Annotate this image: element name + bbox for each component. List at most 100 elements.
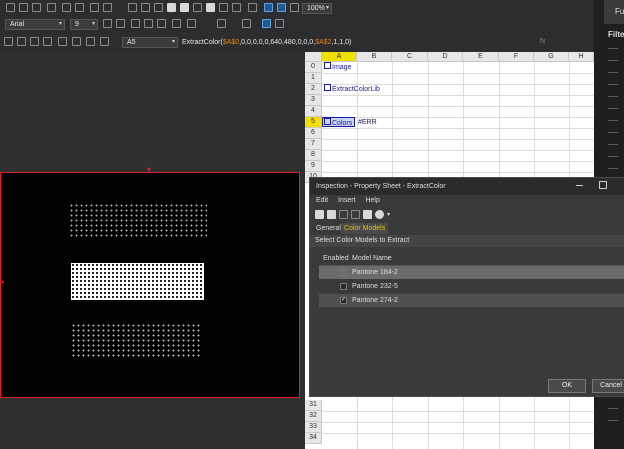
model-row-1[interactable]: Pantone 184-2 (319, 266, 624, 279)
wrench-icon[interactable] (103, 3, 112, 12)
row-header-4[interactable]: 4 (305, 106, 322, 117)
align-center-icon[interactable] (144, 19, 153, 28)
column-header-b[interactable]: B (357, 52, 392, 62)
row-header-1[interactable]: 1 (305, 73, 322, 84)
align-right-icon[interactable] (157, 19, 166, 28)
enabled-checkbox[interactable] (340, 283, 347, 290)
zoom-in-icon[interactable] (141, 3, 150, 12)
roi-icon[interactable] (248, 3, 257, 12)
cell-icon[interactable] (43, 37, 52, 46)
line-icon[interactable] (232, 3, 241, 12)
redo-icon[interactable] (75, 3, 84, 12)
column-header-h[interactable]: H (569, 52, 594, 62)
enabled-checkbox[interactable]: ✓ (340, 297, 347, 304)
font-color-icon[interactable] (217, 19, 226, 28)
font-name-select[interactable]: Arial ▾ (5, 19, 65, 30)
column-header-g[interactable]: G (534, 52, 569, 62)
row-header-0[interactable]: 0 (305, 62, 322, 73)
cell-a0[interactable]: Image (324, 62, 351, 73)
pen-icon[interactable] (219, 3, 228, 12)
column-header-c[interactable]: C (392, 52, 428, 62)
align-left-icon[interactable] (131, 19, 140, 28)
row-header-34[interactable]: 34 (305, 433, 322, 444)
row-header-7[interactable]: 7 (305, 139, 322, 150)
row-header-31[interactable]: 31 (305, 400, 322, 411)
side-panel-label-2: Filte (608, 30, 624, 39)
row-header-3[interactable]: 3 (305, 95, 322, 106)
cell-a2[interactable]: ExtractColorLib (324, 84, 380, 95)
cell-a5-text: Colors (332, 120, 353, 127)
row-header-32[interactable]: 32 (305, 411, 322, 422)
zoom-out-icon[interactable] (154, 3, 163, 12)
cell-a5[interactable]: Colors (322, 117, 355, 127)
chart-icon[interactable] (290, 3, 299, 12)
column-header-d[interactable]: D (428, 52, 463, 62)
row-header-33[interactable]: 33 (305, 422, 322, 433)
formula-input[interactable]: ExtractColor($A$0,0,0,0,0,0,640,480,0,0,… (182, 37, 536, 48)
cancel-button[interactable]: Cancel (592, 379, 624, 393)
grid-view-icon[interactable] (180, 3, 189, 12)
menu-edit[interactable]: Edit (316, 197, 328, 204)
hand-icon[interactable] (19, 3, 28, 12)
enabled-checkbox[interactable] (340, 269, 347, 276)
merge-icon[interactable] (262, 19, 271, 28)
list-icon[interactable] (100, 37, 109, 46)
table-icon[interactable] (264, 3, 273, 12)
column-header-a[interactable]: A (322, 52, 357, 62)
model-row-3[interactable]: ✓ Pantone 274-2 (319, 294, 624, 307)
link-icon[interactable] (30, 37, 39, 46)
minimize-icon[interactable] (576, 185, 583, 186)
tab-color-models[interactable]: Color Models (341, 223, 389, 234)
grid-line (322, 139, 594, 140)
ok-button[interactable]: OK (548, 379, 586, 393)
maximize-icon[interactable] (599, 181, 607, 189)
row-header-8[interactable]: 8 (305, 150, 322, 161)
paste-icon[interactable] (47, 3, 56, 12)
table-icon[interactable] (327, 210, 336, 219)
image-viewer[interactable]: ▾ ◂ (0, 52, 305, 449)
bold-icon[interactable] (103, 19, 112, 28)
help-icon[interactable] (375, 210, 384, 219)
column-header-f[interactable]: F (499, 52, 534, 62)
menu-insert[interactable]: Insert (338, 197, 356, 204)
comment-icon[interactable] (72, 37, 81, 46)
cell-reference[interactable]: A5 ▾ (122, 37, 178, 48)
copy-icon[interactable] (32, 3, 41, 12)
chevron-down-icon: ▾ (325, 5, 329, 11)
format-icon[interactable] (242, 19, 251, 28)
column-header-e[interactable]: E (463, 52, 499, 62)
image-icon[interactable] (206, 3, 215, 12)
model-row-2[interactable]: Pantone 232-5 (319, 280, 624, 293)
cut-icon[interactable] (339, 210, 348, 219)
row-header-2[interactable]: 2 (305, 84, 322, 95)
chevron-down-icon: ▾ (387, 212, 391, 218)
grid-line (322, 106, 594, 107)
target-icon[interactable] (128, 3, 137, 12)
font-size-select[interactable]: 9 ▾ (70, 19, 98, 30)
menu-help[interactable]: Help (365, 197, 379, 204)
gear-icon[interactable] (90, 3, 99, 12)
row-header-6[interactable]: 6 (305, 128, 322, 139)
paste-icon[interactable] (351, 210, 360, 219)
region-icon[interactable] (58, 37, 67, 46)
table-icon[interactable] (4, 37, 13, 46)
row-header-9[interactable]: 9 (305, 161, 322, 172)
image-canvas[interactable] (0, 172, 300, 398)
columns-icon[interactable] (17, 37, 26, 46)
fit-icon[interactable] (167, 3, 176, 12)
row-header-5[interactable]: 5 (305, 117, 322, 128)
wrap-icon[interactable] (275, 19, 284, 28)
window-icon[interactable] (193, 3, 202, 12)
grid-icon[interactable] (315, 210, 324, 219)
zoom-select[interactable]: 100% ▾ (302, 3, 332, 14)
fill-color-icon[interactable] (187, 19, 196, 28)
image-icon[interactable] (86, 37, 95, 46)
inspect-icon[interactable] (277, 3, 286, 12)
italic-icon[interactable] (116, 19, 125, 28)
close-icon[interactable] (363, 210, 372, 219)
undo-icon[interactable] (62, 3, 71, 12)
borders-icon[interactable] (172, 19, 181, 28)
tab-general[interactable]: General (313, 223, 344, 234)
select-icon[interactable] (6, 3, 15, 12)
cell-b5[interactable]: #ERR (358, 117, 377, 128)
